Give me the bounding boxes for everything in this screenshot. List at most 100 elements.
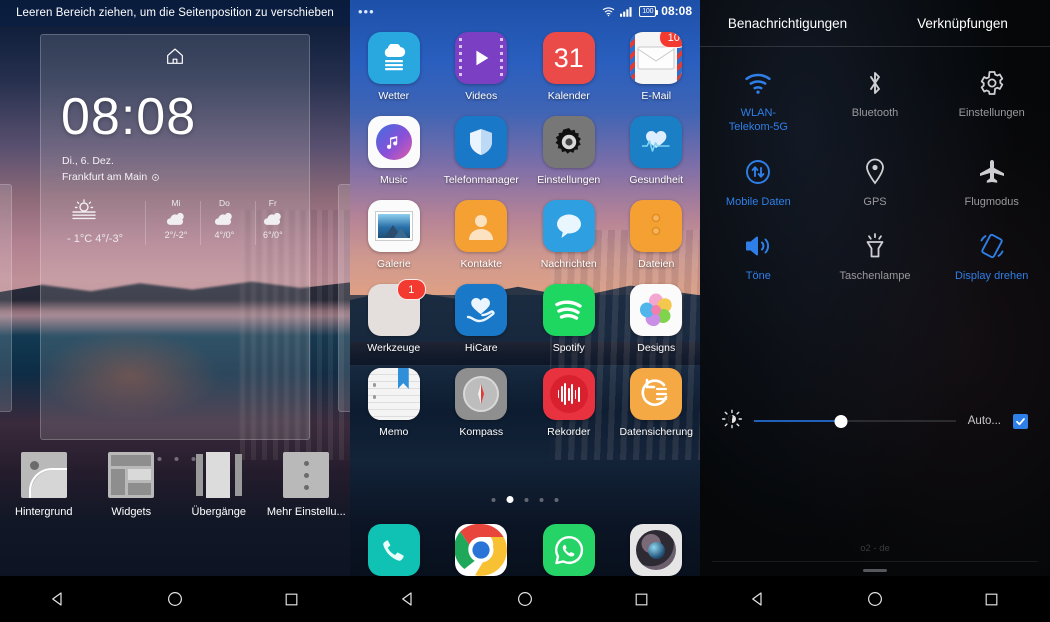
tools-folder-icon: 1	[367, 279, 426, 336]
app-kompass[interactable]: Kompass	[438, 368, 526, 438]
app-designs[interactable]: Designs	[613, 284, 701, 354]
home-circle-icon[interactable]	[117, 590, 234, 608]
tab-verknuepfungen[interactable]: Verknüpfungen	[875, 0, 1050, 46]
back-triangle-icon[interactable]	[350, 590, 467, 608]
tab-benachrichtigungen[interactable]: Benachrichtigungen	[700, 0, 875, 46]
back-triangle-icon[interactable]	[0, 590, 117, 608]
forecast-day-name: Fr	[268, 198, 277, 208]
dock-app-whatsapp[interactable]: WhatsApp	[525, 524, 613, 576]
page-dot[interactable]	[539, 497, 544, 502]
dock-app-kamera[interactable]: Kamera	[613, 524, 701, 576]
toggle-mobile-daten[interactable]: Mobile Daten	[700, 145, 817, 210]
navbar-right	[700, 576, 1050, 622]
app-kontakte[interactable]: Kontakte	[438, 200, 526, 270]
location-pin-icon	[152, 173, 160, 181]
slider-fill	[754, 420, 841, 422]
weather-widget[interactable]: - 1°C 4°/-3° Mi 2°/-2° Do 4°/0° Fr 6°/0°	[55, 198, 297, 245]
toggle-wlan[interactable]: WLAN- Telekom-5G	[700, 56, 817, 135]
default-home-icon[interactable]	[41, 45, 309, 67]
app-dateien[interactable]: Dateien	[613, 200, 701, 270]
page-indicator-middle[interactable]	[491, 496, 559, 503]
app-memo[interactable]: Memo	[350, 368, 438, 438]
tab-divider	[700, 46, 1050, 47]
heart-pulse-icon	[630, 116, 683, 168]
calendar-31-icon: 31	[542, 32, 595, 84]
app-wetter[interactable]: Wetter	[350, 32, 438, 102]
recents-square-icon[interactable]	[233, 591, 350, 608]
page-dot[interactable]	[491, 497, 496, 502]
page-dot[interactable]	[554, 497, 559, 502]
toggle-label: WLAN- Telekom-5G	[728, 107, 788, 133]
app-badge: 1	[396, 279, 426, 300]
dock: Telefon Chrome	[350, 524, 700, 576]
panel-drag-handle[interactable]	[863, 569, 887, 572]
panel-divider	[712, 561, 1038, 562]
toggle-label: Einstellungen	[958, 107, 1025, 119]
app-rekorder[interactable]: Rekorder	[525, 368, 613, 438]
app-label: Werkzeuge	[367, 342, 421, 354]
app-label: Kompass	[459, 426, 504, 438]
folder-files-icon	[630, 200, 683, 252]
app-label: E-Mail	[641, 90, 672, 102]
app-telefonmanager[interactable]: Telefonmanager	[438, 116, 526, 186]
app-nachrichten[interactable]: Nachrichten	[525, 200, 613, 270]
app-gesundheit[interactable]: Gesundheit	[613, 116, 701, 186]
wifi-icon	[743, 68, 773, 98]
toggle-row: Mobile Daten GPS Flugmodus	[700, 145, 1050, 210]
toggle-gps[interactable]: GPS	[817, 145, 934, 210]
auto-brightness-checkbox[interactable]	[1013, 413, 1028, 429]
adjacent-page-card-left[interactable]	[0, 184, 12, 412]
edit-tool-label: Hintergrund	[15, 506, 73, 518]
toggle-label: GPS	[863, 195, 887, 208]
app-label: Einstellungen	[537, 174, 601, 186]
app-email[interactable]: 10 E-Mail	[613, 32, 701, 102]
app-einstellungen[interactable]: Einstellungen	[525, 116, 613, 186]
app-kalender[interactable]: 31 Kalender	[525, 32, 613, 102]
edit-tool-label: Übergänge	[191, 506, 246, 518]
recents-square-icon[interactable]	[583, 591, 700, 608]
app-werkzeuge[interactable]: 1 Werkzeuge	[350, 279, 438, 354]
home-page-card[interactable]: 08:08 Di., 6. Dez. Frankfurt am Main - 1…	[40, 34, 310, 440]
toggle-taschenlampe[interactable]: Taschenlampe	[817, 219, 934, 284]
app-spotify[interactable]: Spotify	[525, 284, 613, 354]
cloud-sun-icon	[166, 212, 184, 225]
app-label: Wetter	[378, 90, 410, 102]
toggle-flugmodus[interactable]: Flugmodus	[933, 145, 1050, 210]
dock-app-telefon[interactable]: Telefon	[350, 524, 438, 576]
recents-square-icon[interactable]	[933, 591, 1050, 608]
app-row: 1 Werkzeuge HiCare Spotify Designs	[350, 279, 701, 354]
page-dot[interactable]	[506, 496, 514, 503]
toggle-label: Bluetooth	[851, 107, 899, 119]
toggle-bluetooth[interactable]: Bluetooth	[817, 56, 934, 135]
app-music[interactable]: Music	[350, 116, 438, 186]
toggle-toene[interactable]: Töne	[700, 219, 817, 284]
lockscreen-date: Di., 6. Dez.	[62, 155, 114, 167]
back-triangle-icon[interactable]	[700, 590, 817, 608]
edit-tool-wallpaper[interactable]: Hintergrund	[0, 452, 88, 544]
app-label: Spotify	[552, 342, 585, 354]
adjacent-page-card-right[interactable]	[338, 184, 350, 412]
whatsapp-icon	[542, 524, 595, 576]
slider-knob[interactable]	[834, 414, 848, 428]
edit-tool-transitions[interactable]: Übergänge	[175, 452, 263, 544]
airplane-icon	[977, 157, 1007, 187]
dock-app-chrome[interactable]: Chrome	[438, 524, 526, 576]
app-galerie[interactable]: Galerie	[350, 200, 438, 270]
toggle-display-drehen[interactable]: Display drehen	[933, 219, 1050, 284]
toggle-einstellungen[interactable]: Einstellungen	[933, 56, 1050, 135]
home-circle-icon[interactable]	[467, 590, 584, 608]
speech-bubble-icon	[542, 200, 595, 252]
edit-tool-widgets[interactable]: Widgets	[88, 452, 176, 544]
panel-quick-settings: Benachrichtigungen Verknüpfungen WLAN- T…	[700, 0, 1050, 622]
page-dot[interactable]	[524, 497, 529, 502]
themes-flower-icon	[630, 284, 683, 336]
home-circle-icon[interactable]	[817, 590, 934, 608]
app-videos[interactable]: Videos	[438, 32, 526, 102]
edit-tool-label: Widgets	[111, 506, 152, 518]
quick-settings-tabs: Benachrichtigungen Verknüpfungen	[700, 0, 1050, 46]
brightness-slider[interactable]	[754, 414, 956, 428]
forecast-temp: 6°/0°	[262, 230, 283, 240]
edit-tool-more-settings[interactable]: Mehr Einstellu...	[263, 452, 351, 544]
app-datensicherung[interactable]: Datensicherung	[613, 368, 701, 438]
app-hicare[interactable]: HiCare	[438, 284, 526, 354]
